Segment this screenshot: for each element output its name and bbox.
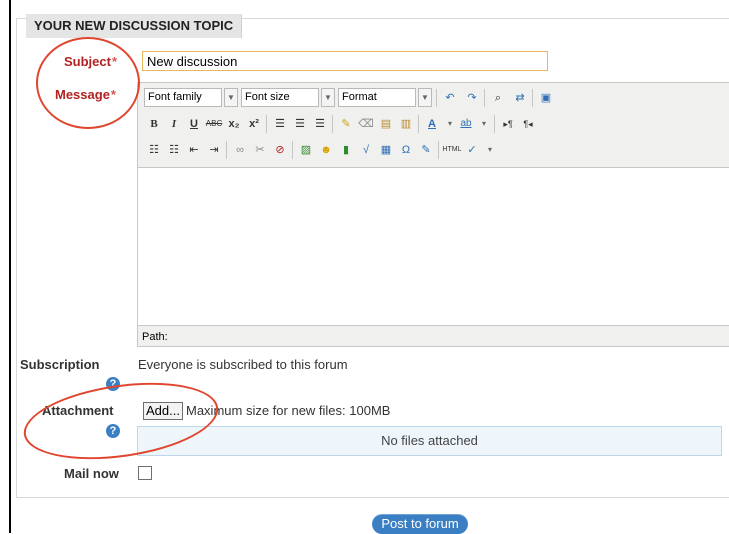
subscript-icon[interactable]: x₂	[224, 114, 244, 134]
add-file-button[interactable]: Add...	[143, 402, 183, 420]
spellcheck-icon[interactable]: ✓	[462, 140, 482, 160]
chevron-down-icon[interactable]: ▾	[474, 114, 494, 134]
align-center-icon[interactable]: ☰	[290, 114, 310, 134]
toolbar-divider	[292, 141, 293, 159]
html-icon[interactable]: HTML	[442, 140, 462, 160]
toolbar-divider	[494, 115, 495, 133]
media-icon[interactable]: ▮	[336, 140, 356, 160]
italic-icon[interactable]: I	[164, 114, 184, 134]
toolbar-divider	[332, 115, 333, 133]
emoticon-icon[interactable]: ☻	[316, 140, 336, 160]
special-char-icon[interactable]: Ω	[396, 140, 416, 160]
outdent-icon[interactable]: ⇤	[184, 140, 204, 160]
link-icon[interactable]: ∞	[230, 140, 250, 160]
text-color-icon[interactable]: A	[422, 114, 442, 134]
font-size-select[interactable]: Font size	[241, 88, 319, 107]
underline-icon[interactable]: U	[184, 114, 204, 134]
undo-icon[interactable]: ↶	[440, 88, 460, 108]
section-title: YOUR NEW DISCUSSION TOPIC	[26, 14, 243, 38]
paste-word-icon[interactable]: ▥	[396, 114, 416, 134]
indent-icon[interactable]: ⇥	[204, 140, 224, 160]
toolbar-divider	[484, 89, 485, 107]
help-icon[interactable]: ?	[106, 377, 120, 391]
rtl-icon[interactable]: ¶◂	[518, 114, 538, 134]
background-color-icon[interactable]: ab	[456, 114, 476, 134]
subscription-text: Everyone is subscribed to this forum	[138, 357, 348, 372]
files-dropzone[interactable]: No files attached	[137, 426, 722, 456]
toolbar-divider	[226, 141, 227, 159]
table-icon[interactable]: ▦	[376, 140, 396, 160]
post-to-forum-button[interactable]: Post to forum	[372, 514, 468, 534]
mail-now-checkbox[interactable]	[138, 466, 152, 480]
redo-icon[interactable]: ↷	[462, 88, 482, 108]
toolbar-divider	[266, 115, 267, 133]
page-border	[9, 0, 11, 533]
message-editor: Font family ▼ Font size ▼ Format ▼ ↶ ↷ ⌕…	[137, 82, 729, 347]
chevron-down-icon[interactable]: ▼	[418, 88, 432, 107]
bullet-list-icon[interactable]: ☷	[144, 140, 164, 160]
toolbar-divider	[532, 89, 533, 107]
mail-now-label: Mail now	[64, 466, 119, 481]
message-label: Message*	[55, 87, 116, 102]
numbered-list-icon[interactable]: ☷	[164, 140, 184, 160]
cleanup-icon[interactable]: ✎	[336, 114, 356, 134]
chevron-down-icon[interactable]: ▾	[480, 140, 500, 160]
image-icon[interactable]: ▨	[296, 140, 316, 160]
bold-icon[interactable]: B	[144, 114, 164, 134]
find-icon[interactable]: ⌕	[488, 88, 508, 108]
strikethrough-icon[interactable]: ABC	[204, 114, 224, 134]
message-textarea[interactable]	[138, 167, 729, 326]
toolbar-divider	[438, 141, 439, 159]
toolbar-row-3: ☷ ☷ ⇤ ⇥ ∞ ✂ ⊘ ▨ ☻ ▮ √ ▦ Ω ✎ HTML ✓ ▾	[144, 140, 724, 162]
align-right-icon[interactable]: ☰	[310, 114, 330, 134]
fullscreen-icon[interactable]: ▣	[536, 88, 556, 108]
toolbar-divider	[418, 115, 419, 133]
editor-path: Path:	[142, 331, 168, 343]
paste-text-icon[interactable]: ▤	[376, 114, 396, 134]
toolbar-divider	[436, 89, 437, 107]
equation-icon[interactable]: √	[356, 140, 376, 160]
subject-input[interactable]	[142, 51, 548, 71]
unlink-icon[interactable]: ✂	[250, 140, 270, 160]
chevron-down-icon[interactable]: ▼	[224, 88, 238, 107]
font-family-select[interactable]: Font family	[144, 88, 222, 107]
subscription-label: Subscription	[20, 357, 100, 372]
subject-label: Subject*	[64, 54, 118, 69]
max-size-text: Maximum size for new files: 100MB	[186, 403, 391, 418]
eraser-icon[interactable]: ⌫	[356, 114, 376, 134]
format-select[interactable]: Format	[338, 88, 416, 107]
edit-icon[interactable]: ✎	[416, 140, 436, 160]
chevron-down-icon[interactable]: ▼	[321, 88, 335, 107]
ltr-icon[interactable]: ▸¶	[498, 114, 518, 134]
toolbar-row-1: Font family ▼ Font size ▼ Format ▼ ↶ ↷ ⌕…	[144, 88, 724, 110]
superscript-icon[interactable]: x²	[244, 114, 264, 134]
attachment-label: Attachment	[42, 403, 114, 418]
toolbar-row-2: B I U ABC x₂ x² ☰ ☰ ☰ ✎ ⌫ ▤ ▥ A ▾ ab ▾ ▸…	[144, 114, 724, 136]
replace-icon[interactable]: ⇄	[510, 88, 530, 108]
help-icon[interactable]: ?	[106, 424, 120, 438]
nolink-icon[interactable]: ⊘	[270, 140, 290, 160]
align-left-icon[interactable]: ☰	[270, 114, 290, 134]
